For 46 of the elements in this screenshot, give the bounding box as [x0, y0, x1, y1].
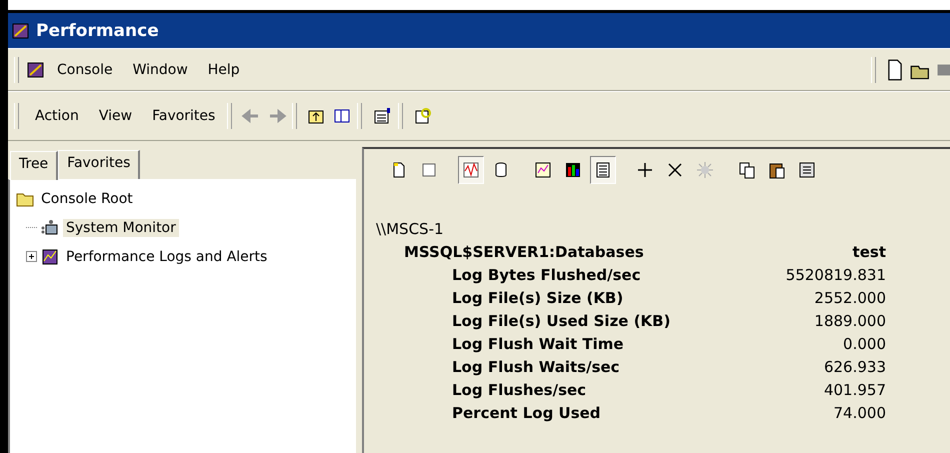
counter-name: Log Flush Wait Time: [451, 334, 625, 352]
app-icon: [12, 22, 30, 40]
clear-display-icon: [420, 161, 438, 179]
menu-item[interactable]: Action: [27, 106, 87, 126]
counter-name: Log Flushes/sec: [451, 380, 588, 398]
copy-icon: [738, 161, 756, 179]
tree-item[interactable]: System Monitor: [63, 218, 179, 236]
monitor-icon: [41, 218, 59, 236]
window-title: Performance: [36, 20, 159, 40]
counter-name: Log File(s) Size (KB): [451, 288, 624, 306]
report-icon: [594, 161, 612, 179]
menu-item[interactable]: Console: [49, 60, 121, 80]
properties-icon: [798, 161, 816, 179]
counter-value: 2552.000: [813, 288, 886, 306]
chart-tool-icon: [41, 248, 59, 266]
add-icon: [636, 161, 654, 179]
tree-item[interactable]: Console Root: [38, 190, 136, 208]
computer-name: \\MSCS-1: [376, 220, 445, 238]
counter-value: 1889.000: [813, 312, 886, 330]
tab[interactable]: Favorites: [58, 150, 140, 179]
highlight-icon: [696, 161, 714, 179]
counter-name: Percent Log Used: [451, 404, 602, 422]
toolbar-button[interactable]: [590, 156, 616, 184]
object-name: MSSQL$SERVER1:Databases: [403, 242, 645, 260]
counter-value: 74.000: [832, 404, 886, 422]
graph-icon: [534, 161, 552, 179]
counter-value: 0.000: [842, 334, 886, 352]
histogram-icon: [564, 161, 582, 179]
counter-value: 626.933: [822, 358, 886, 376]
counter-name: Log Bytes Flushed/sec: [451, 266, 642, 284]
current-activity-icon: [462, 161, 480, 179]
counter-name: Log File(s) Used Size (KB): [451, 312, 672, 330]
app-icon: [27, 60, 45, 78]
menu-item[interactable]: View: [90, 106, 140, 126]
expand-icon[interactable]: [26, 251, 37, 262]
delete-icon: [666, 161, 684, 179]
counter-value: 401.957: [822, 380, 886, 398]
tab[interactable]: Tree: [10, 151, 58, 180]
counter-name: Log Flush Waits/sec: [451, 358, 621, 376]
menu-item[interactable]: Favorites: [144, 106, 224, 126]
counter-value: 5520819.831: [784, 266, 886, 284]
menu-item[interactable]: Help: [200, 60, 248, 80]
paste-icon: [768, 161, 786, 179]
menu-item[interactable]: Window: [124, 60, 196, 80]
tree-item[interactable]: Performance Logs and Alerts: [63, 248, 270, 266]
instance-name: test: [852, 242, 886, 260]
